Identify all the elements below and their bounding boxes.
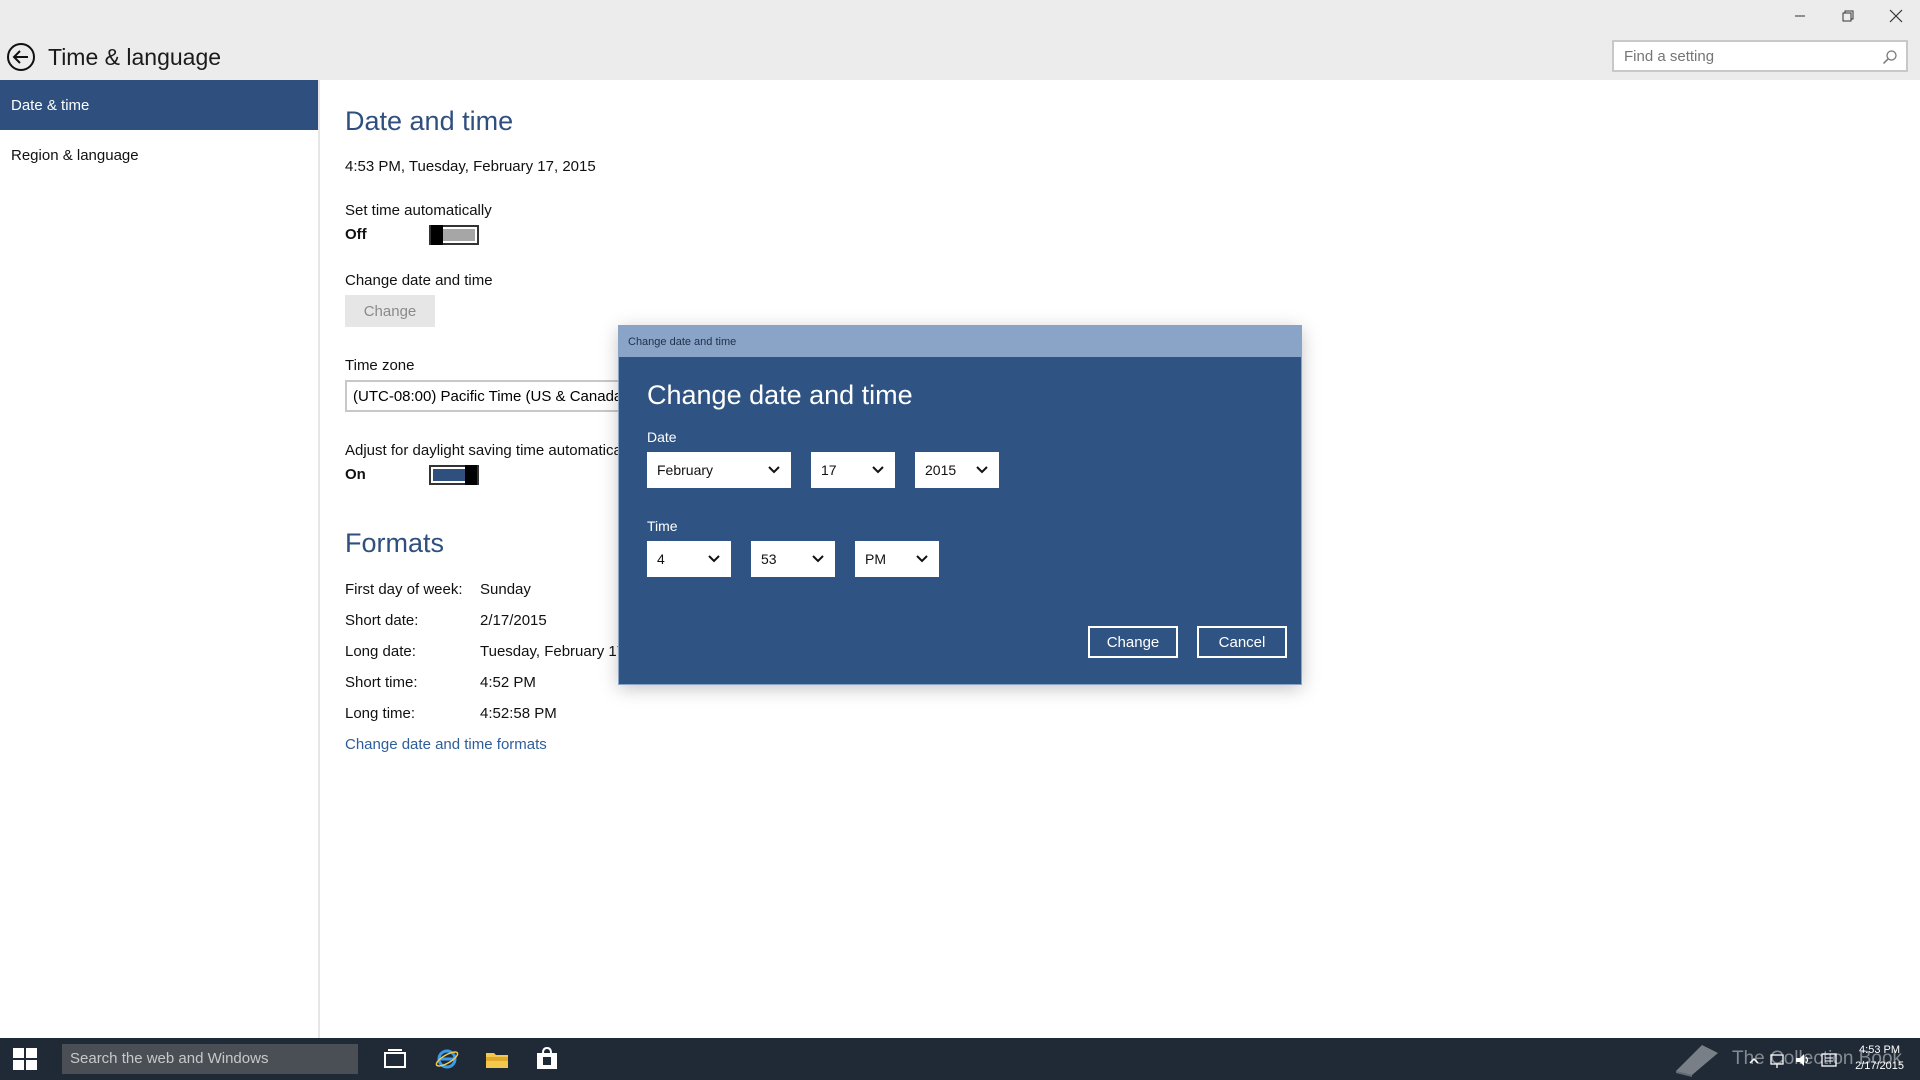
format-key: Long date: (345, 643, 416, 660)
format-key: Long time: (345, 705, 416, 722)
toggle-thumb (431, 225, 443, 245)
time-zone-label: Time zone (345, 357, 415, 374)
back-button[interactable] (6, 42, 36, 72)
set-time-auto-toggle[interactable] (429, 225, 479, 245)
change-date-time-label: Change date and time (345, 272, 493, 289)
minute-value: 53 (761, 551, 777, 567)
format-value: 4:52 PM (480, 674, 536, 691)
chevron-down-icon (916, 555, 928, 563)
month-value: February (657, 462, 714, 478)
network-icon[interactable] (1768, 1050, 1786, 1070)
sidebar-item-label: Date & time (11, 96, 90, 114)
dst-toggle[interactable] (429, 465, 479, 485)
ampm-value: PM (865, 551, 886, 567)
format-value: 2/17/2015 (480, 612, 547, 629)
chevron-up-icon[interactable] (1748, 1050, 1760, 1070)
chevron-down-icon (768, 466, 780, 474)
dialog-cancel-button[interactable]: Cancel (1197, 626, 1287, 658)
year-value: 2015 (925, 462, 957, 478)
search-icon[interactable] (1882, 49, 1898, 65)
start-button[interactable] (8, 1046, 42, 1072)
dst-label: Adjust for daylight saving time automati… (345, 442, 636, 459)
minute-dropdown[interactable]: 53 (751, 541, 835, 577)
date-time-heading: Date and time (345, 106, 514, 136)
time-label: Time (647, 518, 678, 534)
day-dropdown[interactable]: 17 (811, 452, 895, 488)
format-value: Sunday (480, 581, 531, 598)
format-key: Short time: (345, 674, 418, 691)
set-time-auto-label: Set time automatically (345, 202, 492, 219)
chevron-down-icon (872, 466, 884, 474)
sidebar-item-region-language[interactable]: Region & language (0, 130, 318, 180)
dialog-titlebar: Change date and time (619, 326, 1301, 357)
window-titlebar (0, 0, 1920, 32)
chevron-down-icon (976, 466, 988, 474)
toggle-track (433, 469, 465, 481)
taskbar-search-box[interactable]: Search the web and Windows (62, 1044, 358, 1074)
notification-icon[interactable] (1820, 1050, 1838, 1070)
day-value: 17 (821, 462, 837, 478)
windows-logo-icon (13, 1048, 37, 1070)
format-key: Short date: (345, 612, 419, 629)
internet-explorer-button[interactable] (434, 1047, 460, 1071)
search-input[interactable] (1622, 42, 1872, 70)
change-formats-link[interactable]: Change date and time formats (345, 736, 547, 753)
year-dropdown[interactable]: 2015 (915, 452, 999, 488)
chevron-down-icon (812, 555, 824, 563)
book-icon (1676, 1045, 1718, 1077)
sidebar-item-date-time[interactable]: Date & time (0, 80, 318, 130)
date-label: Date (647, 429, 677, 445)
dialog-heading: Change date and time (647, 380, 913, 410)
store-button[interactable] (534, 1046, 560, 1071)
page-title: Time & language (48, 44, 222, 70)
settings-header: Time & language (0, 32, 1920, 80)
change-button-disabled[interactable]: Change (345, 295, 435, 327)
window-controls (1776, 0, 1920, 32)
back-arrow-icon (7, 43, 35, 71)
minimize-button[interactable] (1776, 0, 1824, 32)
ampm-dropdown[interactable]: PM (855, 541, 939, 577)
change-date-time-dialog: Change date and time Change date and tim… (619, 326, 1301, 684)
current-datetime: 4:53 PM, Tuesday, February 17, 2015 (345, 158, 596, 175)
hour-dropdown[interactable]: 4 (647, 541, 731, 577)
formats-heading: Formats (345, 528, 445, 558)
sidebar: Date & time Region & language (0, 80, 320, 1038)
chevron-down-icon (708, 555, 720, 563)
sidebar-item-label: Region & language (11, 146, 139, 164)
taskbar: Search the web and Windows The Collectio… (0, 1038, 1920, 1080)
volume-icon[interactable] (1794, 1050, 1812, 1070)
restore-icon (1842, 10, 1854, 22)
task-view-icon (384, 1049, 406, 1068)
restore-button[interactable] (1824, 0, 1872, 32)
toggle-thumb (465, 465, 477, 485)
set-time-auto-state: Off (345, 226, 367, 243)
close-button[interactable] (1872, 0, 1920, 32)
find-setting-search[interactable] (1612, 40, 1908, 72)
task-view-button[interactable] (382, 1047, 408, 1071)
format-key: First day of week: (345, 581, 463, 598)
format-value: 4:52:58 PM (480, 705, 557, 722)
settings-window: Time & language Date & time Region & lan… (0, 0, 1920, 1038)
file-explorer-button[interactable] (484, 1047, 510, 1071)
clock-date: 2/17/2015 (1855, 1060, 1904, 1072)
clock-time: 4:53 PM (1859, 1044, 1901, 1056)
dst-state: On (345, 466, 366, 483)
store-icon (537, 1046, 557, 1069)
system-tray (1748, 1050, 1838, 1070)
dialog-change-button[interactable]: Change (1088, 626, 1178, 658)
minimize-icon (1795, 15, 1805, 17)
taskbar-clock[interactable]: 4:53 PM 2/17/2015 (1855, 1042, 1904, 1074)
toggle-track (443, 229, 475, 241)
month-dropdown[interactable]: February (647, 452, 791, 488)
close-icon (1889, 9, 1903, 23)
internet-explorer-icon (435, 1049, 459, 1069)
file-explorer-icon (486, 1053, 508, 1068)
hour-value: 4 (657, 551, 665, 567)
time-zone-select[interactable]: (UTC-08:00) Pacific Time (US & Canada) (345, 380, 645, 412)
